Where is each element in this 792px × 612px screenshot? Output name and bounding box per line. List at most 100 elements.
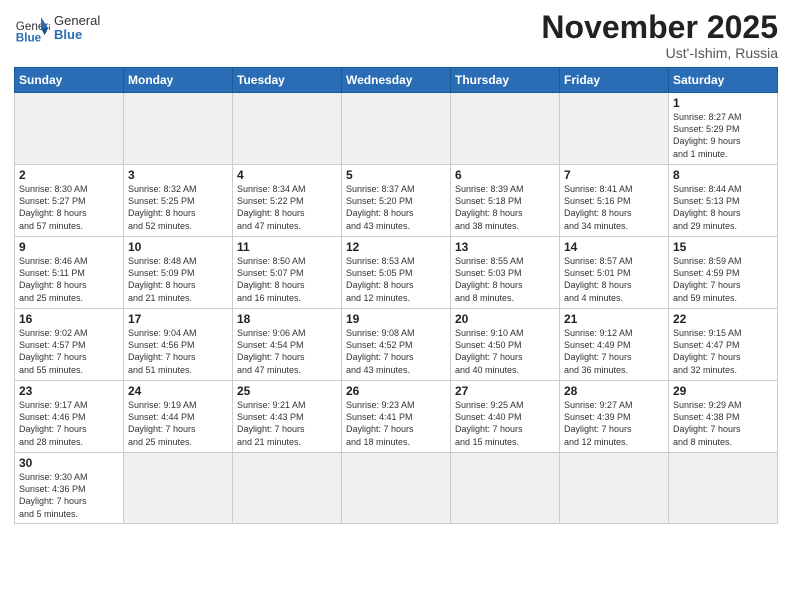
title-block: November 2025 Ust'-Ishim, Russia — [541, 10, 778, 61]
day-info: Sunrise: 8:44 AM Sunset: 5:13 PM Dayligh… — [673, 183, 773, 232]
day-number: 28 — [564, 384, 664, 398]
day-info: Sunrise: 9:02 AM Sunset: 4:57 PM Dayligh… — [19, 327, 119, 376]
day-number: 6 — [455, 168, 555, 182]
calendar-cell — [233, 453, 342, 524]
day-info: Sunrise: 9:19 AM Sunset: 4:44 PM Dayligh… — [128, 399, 228, 448]
calendar-table: SundayMondayTuesdayWednesdayThursdayFrid… — [14, 67, 778, 524]
calendar-week-6: 30Sunrise: 9:30 AM Sunset: 4:36 PM Dayli… — [15, 453, 778, 524]
calendar-cell — [124, 453, 233, 524]
calendar-cell: 4Sunrise: 8:34 AM Sunset: 5:22 PM Daylig… — [233, 165, 342, 237]
weekday-header-monday: Monday — [124, 68, 233, 93]
day-info: Sunrise: 9:25 AM Sunset: 4:40 PM Dayligh… — [455, 399, 555, 448]
weekday-header-tuesday: Tuesday — [233, 68, 342, 93]
day-number: 30 — [19, 456, 119, 470]
day-number: 18 — [237, 312, 337, 326]
logo-general-text: General — [54, 14, 100, 28]
day-info: Sunrise: 9:30 AM Sunset: 4:36 PM Dayligh… — [19, 471, 119, 520]
day-number: 4 — [237, 168, 337, 182]
day-number: 17 — [128, 312, 228, 326]
calendar-cell: 27Sunrise: 9:25 AM Sunset: 4:40 PM Dayli… — [451, 381, 560, 453]
day-number: 22 — [673, 312, 773, 326]
day-number: 14 — [564, 240, 664, 254]
logo-blue-text: Blue — [54, 28, 100, 42]
calendar-week-5: 23Sunrise: 9:17 AM Sunset: 4:46 PM Dayli… — [15, 381, 778, 453]
day-info: Sunrise: 8:37 AM Sunset: 5:20 PM Dayligh… — [346, 183, 446, 232]
day-number: 26 — [346, 384, 446, 398]
day-info: Sunrise: 8:48 AM Sunset: 5:09 PM Dayligh… — [128, 255, 228, 304]
day-number: 25 — [237, 384, 337, 398]
day-info: Sunrise: 8:30 AM Sunset: 5:27 PM Dayligh… — [19, 183, 119, 232]
calendar-cell: 1Sunrise: 8:27 AM Sunset: 5:29 PM Daylig… — [669, 93, 778, 165]
logo-icon: General Blue — [14, 10, 50, 46]
calendar-cell: 22Sunrise: 9:15 AM Sunset: 4:47 PM Dayli… — [669, 309, 778, 381]
day-info: Sunrise: 9:15 AM Sunset: 4:47 PM Dayligh… — [673, 327, 773, 376]
calendar-title: November 2025 — [541, 10, 778, 45]
day-number: 12 — [346, 240, 446, 254]
calendar-cell: 20Sunrise: 9:10 AM Sunset: 4:50 PM Dayli… — [451, 309, 560, 381]
calendar-cell — [15, 93, 124, 165]
day-number: 8 — [673, 168, 773, 182]
day-number: 21 — [564, 312, 664, 326]
calendar-cell: 9Sunrise: 8:46 AM Sunset: 5:11 PM Daylig… — [15, 237, 124, 309]
calendar-cell: 21Sunrise: 9:12 AM Sunset: 4:49 PM Dayli… — [560, 309, 669, 381]
header: General Blue General Blue November 2025 … — [14, 10, 778, 61]
calendar-week-4: 16Sunrise: 9:02 AM Sunset: 4:57 PM Dayli… — [15, 309, 778, 381]
calendar-cell: 3Sunrise: 8:32 AM Sunset: 5:25 PM Daylig… — [124, 165, 233, 237]
calendar-week-3: 9Sunrise: 8:46 AM Sunset: 5:11 PM Daylig… — [15, 237, 778, 309]
svg-text:Blue: Blue — [16, 32, 42, 45]
day-info: Sunrise: 8:27 AM Sunset: 5:29 PM Dayligh… — [673, 111, 773, 160]
day-number: 27 — [455, 384, 555, 398]
weekday-header-saturday: Saturday — [669, 68, 778, 93]
day-info: Sunrise: 9:04 AM Sunset: 4:56 PM Dayligh… — [128, 327, 228, 376]
day-info: Sunrise: 9:17 AM Sunset: 4:46 PM Dayligh… — [19, 399, 119, 448]
day-number: 20 — [455, 312, 555, 326]
day-info: Sunrise: 8:32 AM Sunset: 5:25 PM Dayligh… — [128, 183, 228, 232]
day-info: Sunrise: 9:06 AM Sunset: 4:54 PM Dayligh… — [237, 327, 337, 376]
day-info: Sunrise: 9:21 AM Sunset: 4:43 PM Dayligh… — [237, 399, 337, 448]
day-number: 24 — [128, 384, 228, 398]
calendar-cell — [560, 453, 669, 524]
calendar-cell: 2Sunrise: 8:30 AM Sunset: 5:27 PM Daylig… — [15, 165, 124, 237]
calendar-cell — [669, 453, 778, 524]
calendar-cell — [342, 453, 451, 524]
calendar-cell: 14Sunrise: 8:57 AM Sunset: 5:01 PM Dayli… — [560, 237, 669, 309]
day-number: 19 — [346, 312, 446, 326]
calendar-cell: 18Sunrise: 9:06 AM Sunset: 4:54 PM Dayli… — [233, 309, 342, 381]
day-info: Sunrise: 8:50 AM Sunset: 5:07 PM Dayligh… — [237, 255, 337, 304]
calendar-cell — [233, 93, 342, 165]
day-number: 10 — [128, 240, 228, 254]
calendar-cell: 24Sunrise: 9:19 AM Sunset: 4:44 PM Dayli… — [124, 381, 233, 453]
weekday-header-friday: Friday — [560, 68, 669, 93]
weekday-header-thursday: Thursday — [451, 68, 560, 93]
calendar-cell: 17Sunrise: 9:04 AM Sunset: 4:56 PM Dayli… — [124, 309, 233, 381]
day-info: Sunrise: 8:59 AM Sunset: 4:59 PM Dayligh… — [673, 255, 773, 304]
day-info: Sunrise: 8:39 AM Sunset: 5:18 PM Dayligh… — [455, 183, 555, 232]
day-info: Sunrise: 9:08 AM Sunset: 4:52 PM Dayligh… — [346, 327, 446, 376]
calendar-cell: 28Sunrise: 9:27 AM Sunset: 4:39 PM Dayli… — [560, 381, 669, 453]
day-number: 16 — [19, 312, 119, 326]
day-info: Sunrise: 8:34 AM Sunset: 5:22 PM Dayligh… — [237, 183, 337, 232]
calendar-cell: 30Sunrise: 9:30 AM Sunset: 4:36 PM Dayli… — [15, 453, 124, 524]
day-number: 9 — [19, 240, 119, 254]
calendar-cell: 19Sunrise: 9:08 AM Sunset: 4:52 PM Dayli… — [342, 309, 451, 381]
day-info: Sunrise: 9:29 AM Sunset: 4:38 PM Dayligh… — [673, 399, 773, 448]
day-number: 11 — [237, 240, 337, 254]
day-number: 13 — [455, 240, 555, 254]
calendar-cell: 11Sunrise: 8:50 AM Sunset: 5:07 PM Dayli… — [233, 237, 342, 309]
calendar-cell: 23Sunrise: 9:17 AM Sunset: 4:46 PM Dayli… — [15, 381, 124, 453]
day-info: Sunrise: 8:53 AM Sunset: 5:05 PM Dayligh… — [346, 255, 446, 304]
page: General Blue General Blue November 2025 … — [0, 0, 792, 612]
calendar-cell — [451, 93, 560, 165]
calendar-cell: 6Sunrise: 8:39 AM Sunset: 5:18 PM Daylig… — [451, 165, 560, 237]
day-info: Sunrise: 9:23 AM Sunset: 4:41 PM Dayligh… — [346, 399, 446, 448]
calendar-cell — [342, 93, 451, 165]
logo: General Blue General Blue — [14, 10, 100, 46]
day-info: Sunrise: 8:41 AM Sunset: 5:16 PM Dayligh… — [564, 183, 664, 232]
day-info: Sunrise: 8:46 AM Sunset: 5:11 PM Dayligh… — [19, 255, 119, 304]
day-number: 3 — [128, 168, 228, 182]
day-info: Sunrise: 8:57 AM Sunset: 5:01 PM Dayligh… — [564, 255, 664, 304]
calendar-cell: 29Sunrise: 9:29 AM Sunset: 4:38 PM Dayli… — [669, 381, 778, 453]
calendar-cell: 15Sunrise: 8:59 AM Sunset: 4:59 PM Dayli… — [669, 237, 778, 309]
day-info: Sunrise: 9:10 AM Sunset: 4:50 PM Dayligh… — [455, 327, 555, 376]
calendar-cell: 8Sunrise: 8:44 AM Sunset: 5:13 PM Daylig… — [669, 165, 778, 237]
